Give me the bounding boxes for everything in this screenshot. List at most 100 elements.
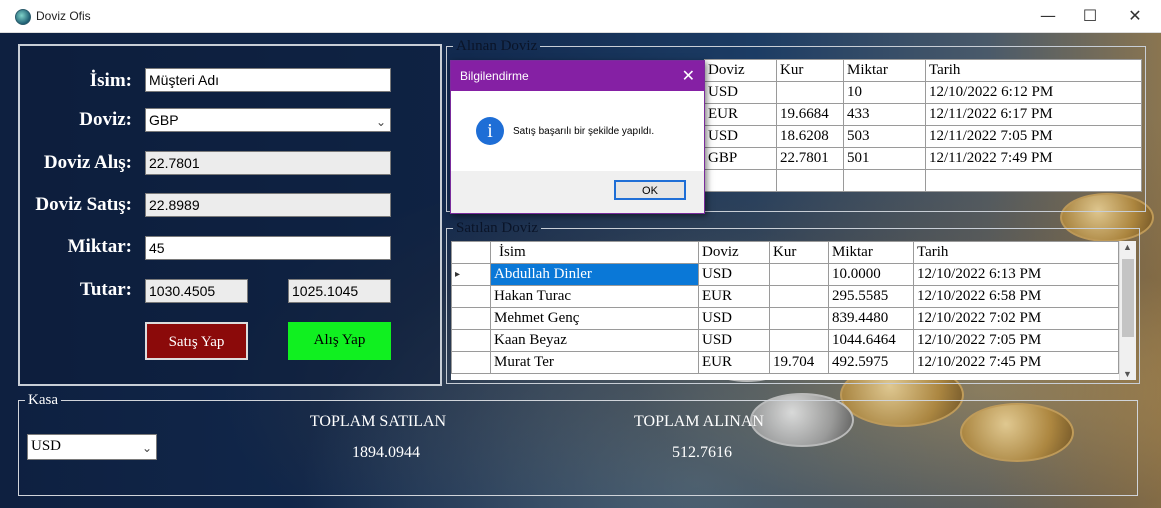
cell[interactable]: USD [704,81,777,104]
cell[interactable]: 12/10/2022 7:02 PM [913,307,1119,330]
alis-yap-button[interactable]: Alış Yap [288,322,391,360]
satilan-doviz-grid[interactable]: İsim Doviz Kur Miktar Tarih ▸ Abdullah D… [451,241,1119,380]
cell[interactable]: 22.7801 [776,147,844,170]
cell[interactable]: GBP [704,147,777,170]
cell[interactable] [704,169,777,192]
cell[interactable]: 501 [843,147,926,170]
tutar-satis-field[interactable]: 1030.4505 [145,279,248,303]
cell[interactable]: 12/10/2022 6:12 PM [925,81,1142,104]
scroll-down-icon[interactable]: ▼ [1123,369,1132,379]
doviz-label: Doviz: [79,109,132,130]
isim-input[interactable]: Müşteri Adı [145,68,391,92]
cell[interactable]: 433 [843,103,926,126]
cell[interactable]: USD [698,263,770,286]
cell[interactable]: 12/11/2022 6:17 PM [925,103,1142,126]
alinan-doviz-table[interactable]: Doviz Kur Miktar Tarih USD 10 12/10/2022… [704,59,1142,192]
cell[interactable]: 12/11/2022 7:49 PM [925,147,1142,170]
table-row-new[interactable] [704,169,1142,192]
doviz-select[interactable]: GBP ⌄ [145,108,391,132]
miktar-input[interactable]: 45 [145,236,391,260]
dialog-title: Bilgilendirme [460,69,529,83]
cell[interactable]: Abdullah Dinler [490,263,699,286]
cell[interactable] [769,329,829,352]
column-header[interactable]: Tarih [925,59,1142,82]
table-row[interactable]: Mehmet Genç USD 839.4480 12/10/2022 7:02… [451,307,1119,330]
ok-button[interactable]: OK [614,180,686,200]
cell[interactable]: 12/10/2022 6:58 PM [913,285,1119,308]
cell[interactable]: Mehmet Genç [490,307,699,330]
table-row[interactable]: GBP 22.7801 501 12/11/2022 7:49 PM [704,147,1142,170]
scroll-up-icon[interactable]: ▲ [1123,242,1132,252]
row-header-cell[interactable] [451,285,491,308]
kasa-currency-select[interactable]: USD ⌄ [27,434,157,460]
column-header[interactable]: Kur [769,241,829,264]
table-row[interactable]: USD 18.6208 503 12/11/2022 7:05 PM [704,125,1142,148]
dialog-body: i Satış başarılı bir şekilde yapıldı. [451,91,704,171]
cell[interactable]: 10.0000 [828,263,914,286]
cell[interactable] [925,169,1142,192]
column-header[interactable]: İsim [490,241,699,264]
cell[interactable]: 12/10/2022 6:13 PM [913,263,1119,286]
column-header[interactable]: Miktar [828,241,914,264]
scrollbar-thumb[interactable] [1122,259,1134,337]
app-icon [15,9,31,25]
cell[interactable] [769,307,829,330]
vertical-scrollbar[interactable]: ▲ ▼ [1119,241,1136,380]
row-header-cell[interactable] [451,329,491,352]
column-header[interactable]: Doviz [698,241,770,264]
cell[interactable] [769,285,829,308]
cell[interactable]: 19.704 [769,351,829,374]
cell[interactable]: Hakan Turac [490,285,699,308]
cell[interactable]: 12/11/2022 7:05 PM [925,125,1142,148]
table-row[interactable]: Kaan Beyaz USD 1044.6464 12/10/2022 7:05… [451,329,1119,352]
dialog-message: Satış başarılı bir şekilde yapıldı. [513,126,655,137]
cell[interactable]: 503 [843,125,926,148]
doviz-alis-field[interactable]: 22.7801 [145,151,391,175]
cell[interactable] [776,81,844,104]
cell[interactable]: 18.6208 [776,125,844,148]
dialog-close-button[interactable]: ✕ [682,66,695,86]
cell[interactable] [769,263,829,286]
cell[interactable]: USD [698,329,770,352]
cell[interactable]: EUR [698,351,770,374]
miktar-label: Miktar: [67,236,132,257]
cell[interactable] [843,169,926,192]
cell[interactable]: Kaan Beyaz [490,329,699,352]
cell[interactable]: EUR [698,285,770,308]
satilan-doviz-table[interactable]: İsim Doviz Kur Miktar Tarih ▸ Abdullah D… [451,241,1119,374]
column-header[interactable]: Kur [776,59,844,82]
doviz-satis-field[interactable]: 22.8989 [145,193,391,217]
cell[interactable]: 295.5585 [828,285,914,308]
cell[interactable]: 492.5975 [828,351,914,374]
alinan-doviz-legend: Alınan Doviz [456,38,538,54]
kasa-currency-value: USD [31,438,62,454]
table-row[interactable]: USD 10 12/10/2022 6:12 PM [704,81,1142,104]
cell[interactable]: 12/10/2022 7:45 PM [913,351,1119,374]
tutar-alis-field[interactable]: 1025.1045 [288,279,391,303]
table-row[interactable]: Hakan Turac EUR 295.5585 12/10/2022 6:58… [451,285,1119,308]
maximize-button[interactable]: ☐ [1067,0,1113,32]
cell[interactable]: USD [698,307,770,330]
row-header-cell[interactable] [451,351,491,374]
table-row[interactable]: EUR 19.6684 433 12/11/2022 6:17 PM [704,103,1142,126]
main-window: Doviz Ofis — ☐ ✕ İsim: Müşteri Adı Doviz… [0,0,1161,508]
table-row-selected[interactable]: ▸ Abdullah Dinler USD 10.0000 12/10/2022… [451,263,1119,286]
cell[interactable]: Murat Ter [490,351,699,374]
minimize-button[interactable]: — [1025,0,1071,32]
close-button[interactable]: ✕ [1112,0,1158,32]
table-row[interactable]: Murat Ter EUR 19.704 492.5975 12/10/2022… [451,351,1119,374]
cell[interactable] [776,169,844,192]
satis-yap-button[interactable]: Satış Yap [145,322,248,360]
table-header-row: İsim Doviz Kur Miktar Tarih [451,241,1119,264]
cell[interactable]: 839.4480 [828,307,914,330]
cell[interactable]: 12/10/2022 7:05 PM [913,329,1119,352]
cell[interactable]: 1044.6464 [828,329,914,352]
cell[interactable]: EUR [704,103,777,126]
row-header-cell[interactable] [451,307,491,330]
cell[interactable]: USD [704,125,777,148]
column-header[interactable]: Tarih [913,241,1119,264]
column-header[interactable]: Miktar [843,59,926,82]
cell[interactable]: 10 [843,81,926,104]
cell[interactable]: 19.6684 [776,103,844,126]
column-header[interactable]: Doviz [704,59,777,82]
